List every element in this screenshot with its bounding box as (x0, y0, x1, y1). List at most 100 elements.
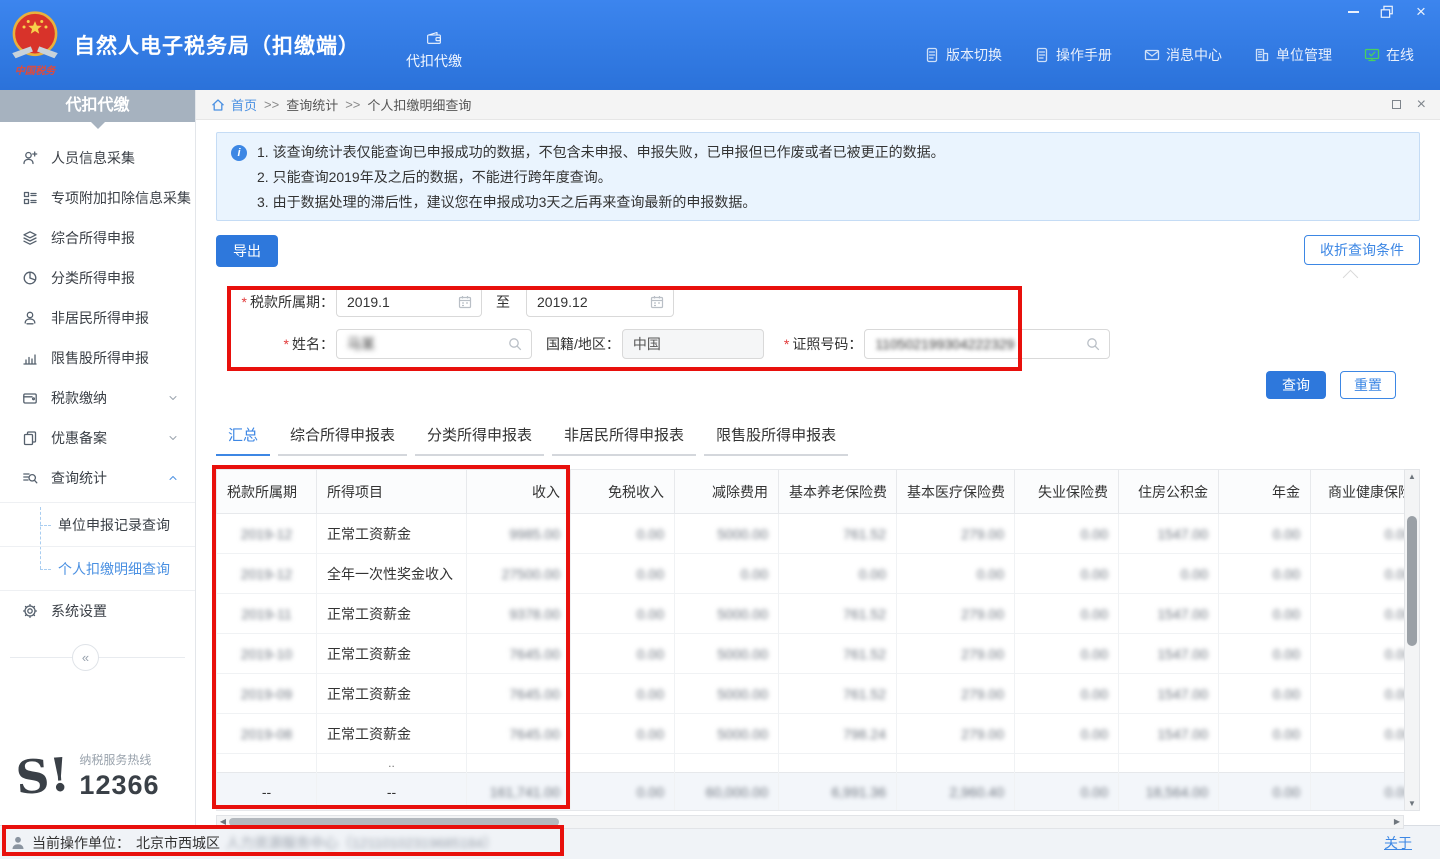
sidebar: 代扣代缴 人员信息采集专项附加扣除信息采集综合所得申报分类所得申报非居民所得申报… (0, 90, 196, 825)
horizontal-scroll-thumb[interactable] (229, 818, 559, 826)
person-add-icon (22, 150, 38, 166)
sidebar-item-8[interactable]: 查询统计 (0, 458, 195, 498)
search-icon[interactable] (507, 336, 523, 352)
header-menu-item-0[interactable]: 版本切换 (924, 45, 1002, 65)
tab-0[interactable]: 汇总 (216, 419, 270, 456)
table-row[interactable]: 2019-08正常工资薪金7645.000.005000.00798.24279… (217, 714, 1405, 754)
vertical-scroll-thumb[interactable] (1407, 516, 1417, 646)
scroll-up-icon[interactable]: ▲ (1405, 470, 1419, 483)
cell-value: 0.00 (1015, 594, 1119, 634)
period-from-input[interactable]: 2019.1 (336, 287, 482, 317)
sidebar-item-2[interactable]: 综合所得申报 (0, 218, 195, 258)
pie-chart-icon (22, 270, 38, 286)
sidebar-subitem-active[interactable]: 个人扣缴明细查询 (0, 547, 195, 591)
period-label: *税款所属期： (230, 292, 334, 312)
table-row[interactable]: 2019-12正常工资薪金9985.000.005000.00761.52279… (217, 514, 1405, 554)
cell-value: 5000.00 (675, 514, 779, 554)
about-link[interactable]: 关于 (1384, 833, 1412, 853)
sidebar-subitem-link[interactable]: 单位申报记录查询 (0, 503, 195, 547)
notice-line: 3. 由于数据处理的滞后性，建议您在申报成功3天之后再来查询最新的申报数据。 (257, 190, 945, 215)
sidebar-item-0[interactable]: 人员信息采集 (0, 138, 195, 178)
name-input[interactable]: 马某 (336, 329, 532, 359)
cell-value: 0.00 (571, 554, 675, 594)
table-row[interactable]: 2019-11正常工资薪金9378.000.005000.00761.52279… (217, 594, 1405, 634)
column-header-0: 税款所属期 (217, 470, 317, 514)
cell-value: 5000.00 (675, 634, 779, 674)
breadcrumb-home[interactable]: 首页 (210, 95, 257, 114)
tab-3[interactable]: 非居民所得申报表 (552, 419, 696, 456)
total-value: 0.00 (1219, 773, 1311, 811)
minimize-icon[interactable] (1344, 4, 1362, 20)
cell-period: 2019-08 (217, 714, 317, 754)
period-to-input[interactable]: 2019.12 (526, 287, 674, 317)
table-wrap: 税款所属期所得项目收入免税收入减除费用基本养老保险费基本医疗保险费失业保险费住房… (216, 469, 1404, 811)
scroll-left-icon[interactable]: ◀ (217, 816, 229, 828)
calendar-icon[interactable] (649, 294, 665, 310)
sidebar-menu: 人员信息采集专项附加扣除信息采集综合所得申报分类所得申报非居民所得申报限售股所得… (0, 122, 195, 631)
cell-value: 798.24 (779, 714, 897, 754)
sidebar-item-9[interactable]: 系统设置 (0, 591, 195, 631)
id-number-input[interactable]: 110502199304222329 (864, 329, 1110, 359)
column-header-7: 失业保险费 (1015, 470, 1119, 514)
chevron-down-icon (167, 392, 179, 404)
export-button[interactable]: 导出 (216, 235, 278, 267)
cell-value: 0.00 (1119, 554, 1219, 594)
breadcrumb-item-query-stats: 查询统计 (286, 95, 338, 114)
reset-button[interactable]: 重置 (1340, 371, 1396, 399)
header-menu-item-3[interactable]: 单位管理 (1254, 45, 1332, 65)
horizontal-scrollbar[interactable]: ◀ ▶ (216, 815, 1404, 829)
cell-value: 761.52 (779, 514, 897, 554)
table-row[interactable]: 2019-12全年一次性奖金收入27500.000.000.000.000.00… (217, 554, 1405, 594)
tab-withholding-module[interactable]: 代扣代缴 (406, 30, 462, 71)
tab-1[interactable]: 综合所得申报表 (278, 419, 407, 456)
restore-icon[interactable] (1378, 4, 1396, 20)
table-row[interactable]: 2019-10正常工资薪金7645.000.005000.00761.52279… (217, 634, 1405, 674)
total-value: 0.00 (571, 773, 675, 811)
table-row[interactable]: 2019-09正常工资薪金7645.000.005000.00761.52279… (217, 674, 1405, 714)
total-item: -- (317, 773, 467, 811)
sidebar-item-1[interactable]: 专项附加扣除信息采集 (0, 178, 195, 218)
notice-box: i 1. 该查询统计表仅能查询已申报成功的数据，不包含未申报、申报失败，已申报但… (216, 132, 1420, 221)
cell-value: 0.00 (1219, 714, 1311, 754)
sidebar-item-5[interactable]: 限售股所得申报 (0, 338, 195, 378)
search-icon[interactable] (1085, 336, 1101, 352)
scroll-down-icon[interactable]: ▼ (1405, 797, 1419, 810)
total-value: 60,000.00 (675, 773, 779, 811)
close-icon[interactable]: × (1412, 4, 1430, 20)
panel-close-icon[interactable]: × (1417, 96, 1426, 114)
total-value: 2,960.40 (897, 773, 1015, 811)
cell-value: 9378.00 (467, 594, 571, 634)
sidebar-item-6[interactable]: 税款缴纳 (0, 378, 195, 418)
cell-value: 0.00 (571, 634, 675, 674)
total-value: 0.00 (1015, 773, 1119, 811)
header-menu-item-label: 操作手册 (1056, 45, 1112, 65)
cell-value: 0.00 (1219, 634, 1311, 674)
scroll-right-icon[interactable]: ▶ (1391, 816, 1403, 828)
sidebar-item-3[interactable]: 分类所得申报 (0, 258, 195, 298)
notice-line: 2. 只能查询2019年及之后的数据，不能进行跨年度查询。 (257, 165, 945, 190)
header-menu-item-2[interactable]: 消息中心 (1144, 45, 1222, 65)
sidebar-item-4[interactable]: 非居民所得申报 (0, 298, 195, 338)
tab-4[interactable]: 限售股所得申报表 (704, 419, 848, 456)
sidebar-collapse-button[interactable]: « (72, 644, 99, 671)
wallet2-icon (22, 390, 38, 406)
sidebar-submenu: 单位申报记录查询个人扣缴明细查询 (0, 502, 195, 591)
query-button[interactable]: 查询 (1266, 371, 1326, 399)
table-total-row: ----161,741.000.0060,000.006,991.362,960… (217, 773, 1405, 811)
total-value: 18,564.00 (1119, 773, 1219, 811)
calendar-icon[interactable] (457, 294, 473, 310)
table-row-ellipsis: .. (217, 754, 1405, 773)
header-menu-item-4[interactable]: 在线 (1364, 45, 1414, 65)
breadcrumb-separator: >> (264, 97, 279, 112)
vertical-scrollbar[interactable]: ▲ ▼ (1404, 469, 1420, 811)
panel-maximize-icon[interactable] (1392, 100, 1401, 109)
building-icon (1254, 47, 1270, 63)
cell-income-item: 正常工资薪金 (317, 514, 467, 554)
report-tabs: 汇总综合所得申报表分类所得申报表非居民所得申报表限售股所得申报表 (216, 419, 1424, 456)
cell-value: 5000.00 (675, 714, 779, 754)
tab-2[interactable]: 分类所得申报表 (415, 419, 544, 456)
cell-value: 0.00 (1015, 714, 1119, 754)
header-menu-item-1[interactable]: 操作手册 (1034, 45, 1112, 65)
collapse-query-button[interactable]: 收折查询条件 (1304, 235, 1420, 265)
sidebar-item-7[interactable]: 优惠备案 (0, 418, 195, 458)
